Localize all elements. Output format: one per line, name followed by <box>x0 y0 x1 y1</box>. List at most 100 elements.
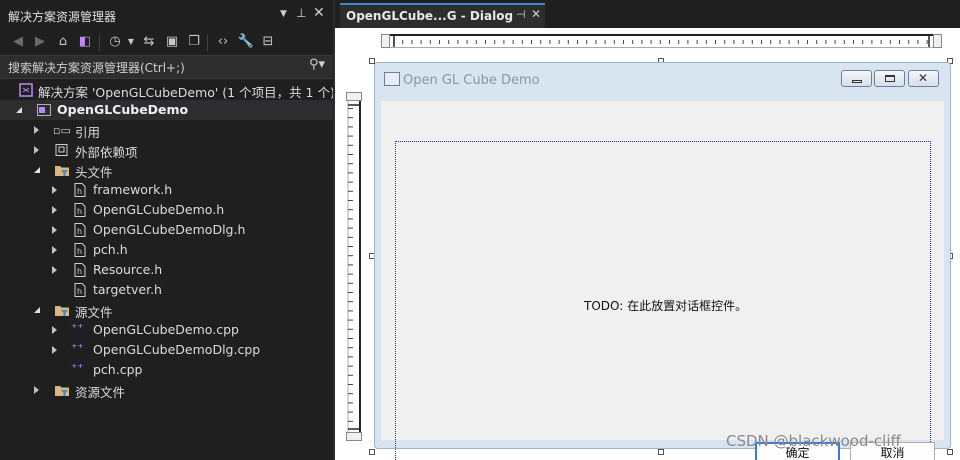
file-item[interactable]: ⁺⁺ pch.cpp <box>0 360 333 380</box>
expanded-arrow-icon[interactable] <box>34 164 44 176</box>
svg-text:h: h <box>77 247 82 256</box>
design-canvas: Open GL Cube Demo ✕ TODO: 在此放置对话框控件。 确定 … <box>335 28 960 460</box>
file-label: pch.h <box>93 242 128 257</box>
header-file-icon: h <box>72 182 88 198</box>
vs-solution-icon[interactable]: ◧ <box>76 33 94 51</box>
collapsed-arrow-icon[interactable] <box>52 204 62 216</box>
header-file-icon: h <box>72 262 88 278</box>
cpp-file-icon: ⁺⁺ <box>71 321 84 335</box>
close-tab-icon[interactable]: ✕ <box>531 7 541 21</box>
dialog-editor: OpenGLCube...G - Dialog ⊣ ✕ Open GL Cube… <box>335 0 960 460</box>
filter-folder-icon <box>54 162 70 178</box>
dropdown-icon[interactable]: ▼ <box>280 9 287 19</box>
resource-files-node[interactable]: 资源文件 <box>0 380 333 400</box>
home-icon[interactable]: ⌂ <box>54 33 72 51</box>
external-deps-label: 外部依赖项 <box>75 145 138 160</box>
header-file-icon: h <box>72 242 88 258</box>
file-label: OpenGLCubeDemo.h <box>93 202 225 217</box>
file-item[interactable]: h OpenGLCubeDemo.h <box>0 200 333 220</box>
filter-folder-icon <box>54 302 70 318</box>
svg-text:h: h <box>77 227 82 236</box>
resize-handle[interactable] <box>947 449 953 455</box>
svg-text:h: h <box>77 267 82 276</box>
filter-folder-icon <box>54 382 70 398</box>
resize-handle[interactable] <box>369 449 375 455</box>
resource-files-label: 资源文件 <box>75 385 126 400</box>
collapsed-arrow-icon[interactable] <box>52 264 62 276</box>
solution-node[interactable]: 解决方案 'OpenGLCubeDemo' (1 个项目，共 1 个) <box>0 80 333 100</box>
minimize-icon <box>852 80 862 83</box>
project-node[interactable]: OpenGLCubeDemo <box>0 100 333 120</box>
header-files-node[interactable]: 头文件 <box>0 160 333 180</box>
collapse-all-icon[interactable]: ▣ <box>163 33 181 51</box>
code-icon[interactable]: ‹› <box>214 33 232 51</box>
ruler-ticks <box>346 108 354 423</box>
minimize-button[interactable] <box>841 70 872 87</box>
panel-title: 解决方案资源管理器 <box>8 10 117 24</box>
references-label: 引用 <box>75 125 101 140</box>
file-item[interactable]: ⁺⁺ OpenGLCubeDemoDlg.cpp <box>0 340 333 360</box>
expanded-arrow-icon[interactable] <box>34 304 44 316</box>
ruler-ticks <box>393 39 931 45</box>
collapsed-arrow-icon[interactable] <box>52 344 62 356</box>
header-file-icon: h <box>72 222 88 238</box>
file-item[interactable]: h pch.h <box>0 240 333 260</box>
collapsed-arrow-icon[interactable] <box>52 244 62 256</box>
file-label: targetver.h <box>93 282 162 297</box>
svg-text:h: h <box>77 287 82 296</box>
external-deps-node[interactable]: 外部依赖项 <box>0 140 333 160</box>
pin-icon[interactable]: ⊥ <box>296 6 306 20</box>
solution-label: 解决方案 'OpenGLCubeDemo' (1 个项目，共 1 个) <box>38 85 333 100</box>
file-item[interactable]: ⁺⁺ OpenGLCubeDemo.cpp <box>0 320 333 340</box>
pin-icon[interactable]: ⊣ <box>516 8 526 21</box>
collapsed-arrow-icon[interactable] <box>52 324 62 336</box>
header-file-icon: h <box>72 202 88 218</box>
sync-icon[interactable]: ⇆ <box>140 33 158 51</box>
file-item[interactable]: h OpenGLCubeDemoDlg.h <box>0 220 333 240</box>
cpp-file-icon: ⁺⁺ <box>71 341 84 355</box>
maximize-button[interactable] <box>874 70 905 87</box>
header-file-icon: h <box>72 282 88 298</box>
back-icon[interactable]: ◀ <box>9 33 27 51</box>
toolbar-separator <box>99 35 100 51</box>
collapsed-arrow-icon[interactable] <box>52 184 62 196</box>
file-item[interactable]: h targetver.h <box>0 280 333 300</box>
source-files-node[interactable]: 源文件 <box>0 300 333 320</box>
tab-dialog[interactable]: OpenGLCube...G - Dialog ⊣ ✕ <box>340 3 545 28</box>
wrench-icon[interactable]: 🔧 <box>237 33 255 51</box>
references-node[interactable]: ▫▭ 引用 <box>0 120 333 140</box>
panel-title-bar: 解决方案资源管理器 ▼ ⊥ ✕ <box>0 0 333 30</box>
file-item[interactable]: h Resource.h <box>0 260 333 280</box>
preview-icon[interactable]: ⊟ <box>259 33 277 51</box>
file-item[interactable]: h framework.h <box>0 180 333 200</box>
search-box[interactable]: 搜索解决方案资源管理器(Ctrl+;) ⚲▾ <box>0 55 333 79</box>
chevron-down-icon[interactable]: ▼ <box>122 33 140 51</box>
external-deps-icon <box>54 142 70 158</box>
solution-explorer-panel: 解决方案资源管理器 ▼ ⊥ ✕ ◀ ▶ ⌂ ◧ ◷ ▼ ⇆ ▣ ❐ ‹› 🔧 ⊟… <box>0 0 333 460</box>
file-label: OpenGLCubeDemo.cpp <box>93 322 239 337</box>
project-label: OpenGLCubeDemo <box>57 102 189 117</box>
search-icon[interactable]: ⚲▾ <box>309 57 325 72</box>
tab-title: OpenGLCube...G - Dialog <box>346 9 514 23</box>
header-files-label: 头文件 <box>75 165 113 180</box>
collapsed-arrow-icon[interactable] <box>34 144 44 156</box>
collapsed-arrow-icon[interactable] <box>34 384 44 396</box>
dialog-client-area: TODO: 在此放置对话框控件。 确定 取消 <box>381 101 944 460</box>
document-tab-strip: OpenGLCube...G - Dialog ⊣ ✕ <box>335 0 960 28</box>
solution-icon <box>18 82 34 98</box>
collapsed-arrow-icon[interactable] <box>34 124 44 136</box>
close-icon[interactable]: ✕ <box>313 5 325 21</box>
panel-toolbar: ◀ ▶ ⌂ ◧ ◷ ▼ ⇆ ▣ ❐ ‹› 🔧 ⊟ <box>0 30 333 54</box>
app-icon <box>384 72 400 86</box>
close-button[interactable]: ✕ <box>908 70 939 87</box>
dialog-caption: Open GL Cube Demo <box>403 73 540 88</box>
dialog-window[interactable]: Open GL Cube Demo ✕ TODO: 在此放置对话框控件。 确定 … <box>374 62 951 460</box>
close-icon: ✕ <box>918 71 929 85</box>
expanded-arrow-icon[interactable] <box>16 104 26 116</box>
file-label: OpenGLCubeDemoDlg.cpp <box>93 342 261 357</box>
show-all-files-icon[interactable]: ❐ <box>185 33 203 51</box>
file-label: framework.h <box>93 182 173 197</box>
collapsed-arrow-icon[interactable] <box>52 224 62 236</box>
forward-icon[interactable]: ▶ <box>31 33 49 51</box>
todo-label[interactable]: TODO: 在此放置对话框控件。 <box>584 297 747 314</box>
